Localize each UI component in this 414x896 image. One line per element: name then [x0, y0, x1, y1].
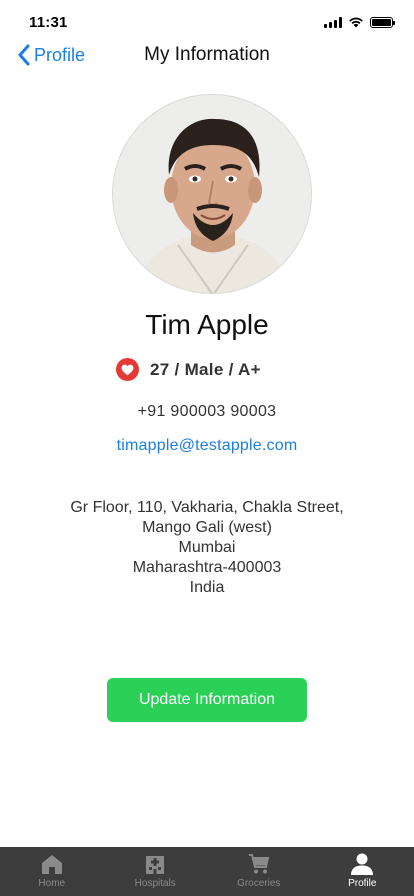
tab-hospitals[interactable]: Hospitals	[104, 847, 208, 896]
address-line: Mumbai	[178, 539, 236, 556]
back-button-label: Profile	[34, 44, 86, 65]
avatar	[112, 94, 312, 294]
cellular-signal-icon	[324, 16, 342, 28]
tab-groceries[interactable]: Groceries	[207, 847, 311, 896]
tab-groceries-label: Groceries	[237, 878, 281, 889]
heart-icon	[116, 358, 139, 381]
tab-home[interactable]: Home	[0, 847, 104, 896]
address-block: Gr Floor, 110, Vakharia, Chakla Street, …	[0, 498, 414, 598]
tab-hospitals-label: Hospitals	[134, 878, 176, 889]
address-line: India	[189, 579, 225, 596]
back-button[interactable]: Profile	[17, 44, 85, 66]
status-time: 11:31	[29, 14, 68, 31]
address-line: Gr Floor, 110, Vakharia, Chakla Street,	[70, 499, 344, 516]
navigation-bar: Profile My Information	[0, 44, 414, 66]
profile-name: Tim Apple	[145, 309, 269, 340]
phone-number: +91 900003 90003	[137, 403, 277, 420]
update-information-button[interactable]: Update Information	[107, 678, 307, 722]
hospital-icon	[146, 856, 165, 874]
address-line: Maharashtra-400003	[132, 559, 282, 576]
cart-icon	[248, 854, 269, 874]
email-link[interactable]: timapple@testapple.com	[0, 437, 414, 455]
profile-photo	[113, 95, 311, 293]
tab-bar: Home Hospitals Groceries Profile	[0, 847, 414, 896]
status-icons	[324, 16, 395, 28]
home-icon	[41, 855, 62, 874]
tab-profile-label: Profile	[348, 878, 377, 889]
profile-meta: 27 / Male / A+	[116, 358, 261, 381]
tab-home-label: Home	[38, 878, 66, 889]
wifi-icon	[349, 17, 363, 28]
status-bar: 11:31	[0, 0, 414, 44]
tab-profile[interactable]: Profile	[311, 847, 414, 896]
age-gender-bloodgroup: 27 / Male / A+	[150, 359, 261, 379]
person-icon	[351, 853, 374, 875]
battery-icon	[370, 16, 395, 28]
chevron-left-icon	[18, 44, 30, 66]
address-line: Mango Gali (west)	[142, 519, 272, 536]
